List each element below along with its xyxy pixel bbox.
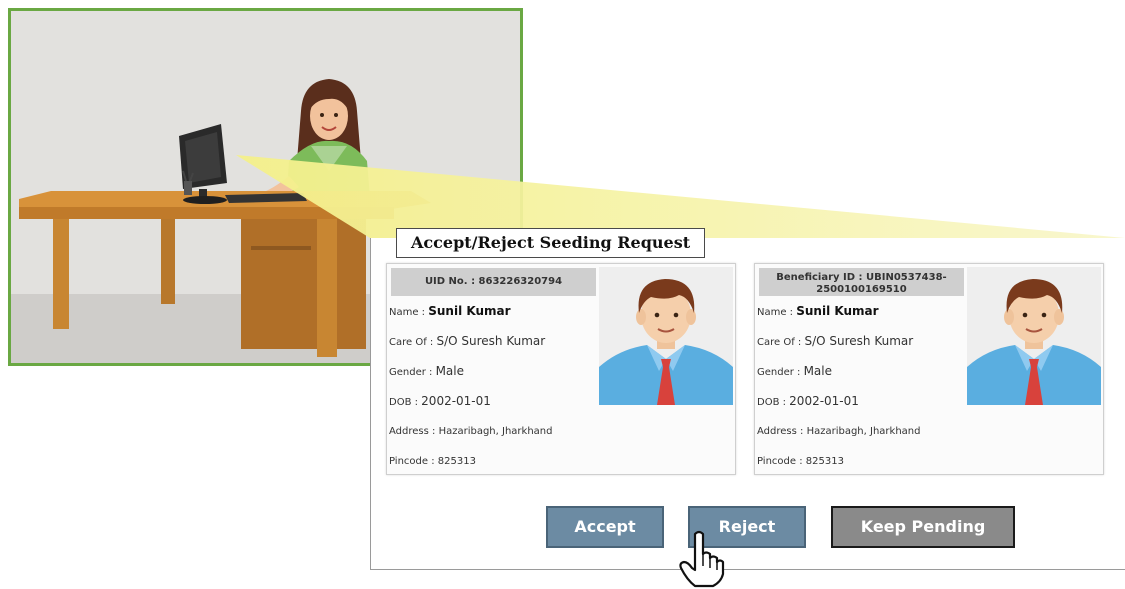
beneficiary-fields: Name : Sunil Kumar Care Of : S/O Suresh … — [757, 302, 967, 482]
beneficiary-name-field: Name : Sunil Kumar — [757, 302, 967, 332]
dialog-title: Accept/Reject Seeding Request — [396, 228, 706, 258]
address-label: Address : — [757, 426, 807, 437]
beneficiary-details-card: Beneficiary ID : UBIN0537438- 2500100169… — [754, 263, 1104, 475]
dob-label: DOB : — [757, 397, 790, 408]
hand-pointer-icon — [679, 530, 725, 588]
accept-button[interactable]: Accept — [546, 506, 664, 548]
beneficiary-address-field: Address : Hazaribagh, Jharkhand — [757, 422, 967, 452]
beneficiary-gender-field: Gender : Male — [757, 362, 967, 392]
beneficiary-care-of-field: Care Of : S/O Suresh Kumar — [757, 332, 967, 362]
uid-photo — [599, 267, 733, 405]
dob-value: 2002-01-01 — [421, 394, 491, 408]
keep-pending-button[interactable]: Keep Pending — [831, 506, 1015, 548]
care-of-label: Care Of : — [757, 337, 805, 348]
pincode-value: 825313 — [437, 456, 476, 467]
uid-number-header: UID No. : 863226320794 — [391, 268, 596, 296]
pincode-value: 825313 — [805, 456, 844, 467]
address-value: Hazaribagh, Jharkhand — [438, 426, 553, 437]
uid-care-of-field: Care Of : S/O Suresh Kumar — [389, 332, 599, 362]
uid-gender-field: Gender : Male — [389, 362, 599, 392]
gender-value: Male — [435, 364, 465, 378]
pincode-label: Pincode : — [757, 456, 806, 467]
dob-label: DOB : — [389, 397, 422, 408]
person-avatar-icon — [599, 267, 733, 405]
uid-pincode-field: Pincode : 825313 — [389, 452, 599, 482]
name-label: Name : — [757, 307, 797, 318]
beneficiary-photo — [967, 267, 1101, 405]
care-of-value: S/O Suresh Kumar — [436, 334, 546, 348]
beneficiary-pincode-field: Pincode : 825313 — [757, 452, 967, 482]
care-of-value: S/O Suresh Kumar — [804, 334, 914, 348]
name-value: Sunil Kumar — [796, 304, 879, 318]
beneficiary-id-header: Beneficiary ID : UBIN0537438- 2500100169… — [759, 268, 964, 296]
care-of-label: Care Of : — [389, 337, 437, 348]
address-value: Hazaribagh, Jharkhand — [806, 426, 921, 437]
beneficiary-dob-field: DOB : 2002-01-01 — [757, 392, 967, 422]
person-avatar-icon — [967, 267, 1101, 405]
desk-cabinet — [241, 219, 366, 349]
name-value: Sunil Kumar — [428, 304, 511, 318]
name-label: Name : — [389, 307, 429, 318]
address-label: Address : — [389, 426, 439, 437]
uid-name-field: Name : Sunil Kumar — [389, 302, 599, 332]
seeding-request-dialog: Accept/Reject Seeding Request UID No. : … — [370, 228, 1125, 570]
uid-dob-field: DOB : 2002-01-01 — [389, 392, 599, 422]
uid-details-card: UID No. : 863226320794 Name : Sunil Kuma… — [386, 263, 736, 475]
dob-value: 2002-01-01 — [789, 394, 859, 408]
gender-label: Gender : — [389, 367, 436, 378]
uid-address-field: Address : Hazaribagh, Jharkhand — [389, 422, 599, 452]
desk-leg — [53, 219, 69, 329]
beneficiary-id-line1: Beneficiary ID : UBIN0537438- — [776, 272, 947, 283]
gender-value: Male — [803, 364, 833, 378]
gender-label: Gender : — [757, 367, 804, 378]
uid-fields: Name : Sunil Kumar Care Of : S/O Suresh … — [389, 302, 599, 482]
pincode-label: Pincode : — [389, 456, 438, 467]
beneficiary-id-line2: 2500100169510 — [816, 284, 907, 295]
